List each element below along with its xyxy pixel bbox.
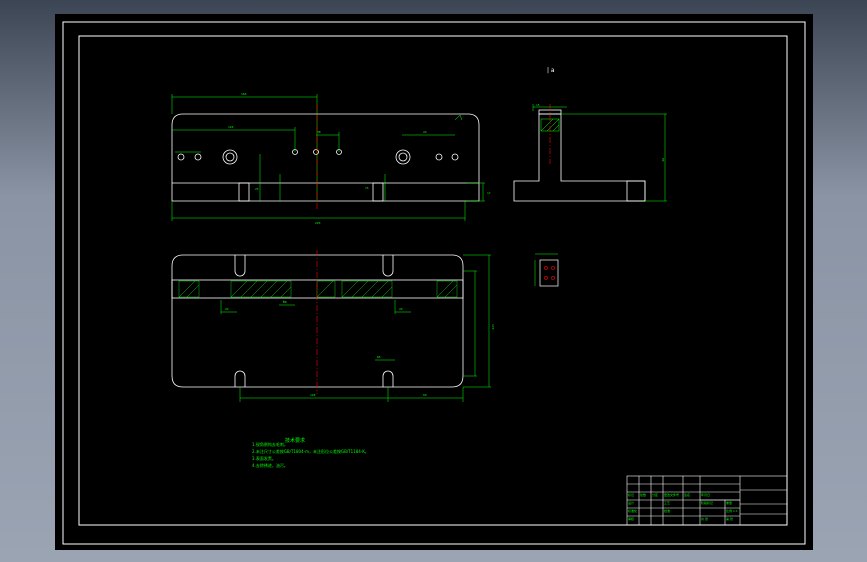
svg-text:160: 160 <box>241 92 247 96</box>
note-line: 1.锐角倒钝去毛刺。 <box>252 442 288 447</box>
svg-text:R5: R5 <box>377 355 381 359</box>
top-view-dimensions <box>220 254 491 402</box>
drawing-border-outer <box>62 21 806 545</box>
technical-notes: 技术要求 1.锐角倒钝去毛刺。 2.未注尺寸公差按GB/T1804-m，未注形位… <box>252 438 369 469</box>
tb-label: 分区 <box>652 493 659 497</box>
drawing-canvas[interactable]: 160 126 38 24 220 17 25 15 80 15 148 60 … <box>55 14 813 550</box>
tb-label: 标准化 <box>628 509 638 513</box>
top-view-hatch <box>178 280 458 298</box>
svg-text:120: 120 <box>491 324 495 330</box>
svg-text:Φ8: Φ8 <box>283 300 287 304</box>
svg-text:24: 24 <box>399 307 403 311</box>
tb-label: 设计 <box>628 501 635 505</box>
tb-label: 标记 <box>628 493 635 497</box>
detail-view <box>539 259 559 287</box>
tb-label: 审核 <box>628 517 635 521</box>
svg-text:126: 126 <box>228 125 234 129</box>
front-view <box>171 113 480 202</box>
svg-text:24: 24 <box>423 130 427 134</box>
svg-text:220: 220 <box>315 221 321 225</box>
tb-label: 工艺 <box>664 501 671 505</box>
tb-label: 比例 <box>726 509 733 513</box>
tb-label: 共 张 <box>701 517 708 521</box>
svg-text:15: 15 <box>365 186 369 190</box>
svg-text:60: 60 <box>423 393 427 397</box>
tb-label: 阶段标记 <box>701 501 714 505</box>
notes-title: 技术要求 <box>285 438 306 444</box>
note-line: 2.未注尺寸公差按GB/T1804-m，未注形位公差按GB/T1184-K。 <box>252 449 369 454</box>
front-view-dimensions <box>171 94 485 221</box>
tb-label: 更改文件号 <box>664 493 680 497</box>
side-view-dimensions <box>532 104 667 202</box>
svg-text:38: 38 <box>317 130 321 134</box>
svg-text:80: 80 <box>661 158 665 162</box>
cad-viewport[interactable]: 160 126 38 24 220 17 25 15 80 15 148 60 … <box>55 14 813 550</box>
tb-label: 年月日 <box>701 493 711 497</box>
top-view-dim-text: 148 60 120 24 24 Φ8 R5 <box>225 300 495 397</box>
svg-text:148: 148 <box>310 393 316 397</box>
svg-text:17: 17 <box>487 191 491 195</box>
tb-label: 处数 <box>640 493 647 497</box>
section-view-label: | a <box>547 67 555 74</box>
side-view <box>513 109 646 202</box>
front-view-dim-text: 160 126 38 24 220 17 25 15 <box>228 92 491 225</box>
tb-scale: 1:1 <box>733 509 738 513</box>
tb-label: 批准 <box>664 509 671 513</box>
drawing-border-inner <box>78 35 788 526</box>
detail-view-dimensions <box>534 253 558 286</box>
tb-label: 重量 <box>726 501 733 505</box>
tb-label: 签名 <box>684 493 691 497</box>
note-line: 3.表面发黑。 <box>252 456 276 461</box>
svg-text:15: 15 <box>536 103 540 107</box>
svg-text:25: 25 <box>255 187 259 191</box>
side-view-dim-text: 80 15 <box>536 103 665 162</box>
tb-label: 第 张 <box>726 517 733 521</box>
detail-view-marks <box>544 266 555 280</box>
svg-text:24: 24 <box>225 307 229 311</box>
note-line: 4.去除锈迹，油污。 <box>252 463 288 468</box>
top-view <box>171 254 464 388</box>
